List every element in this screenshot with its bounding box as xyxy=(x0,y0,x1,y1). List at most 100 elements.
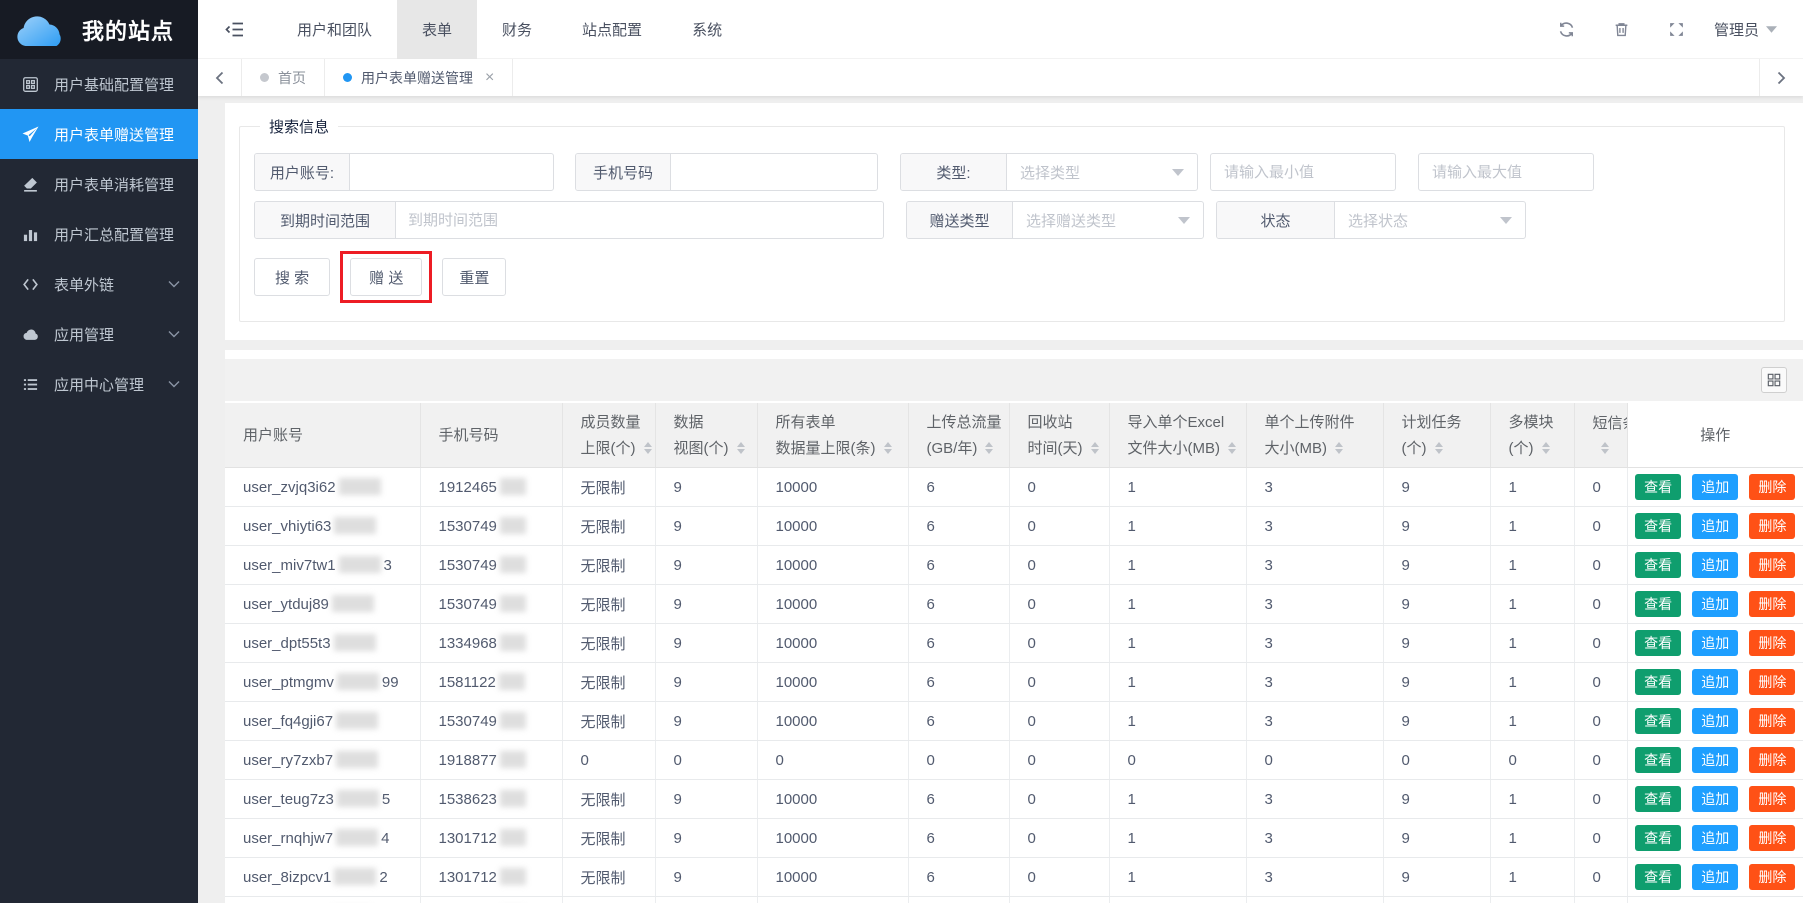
view-button[interactable]: 查看 xyxy=(1635,786,1681,812)
delete-button[interactable]: 删除 xyxy=(1749,669,1795,695)
append-button[interactable]: 追加 xyxy=(1692,786,1738,812)
view-button[interactable]: 查看 xyxy=(1635,591,1681,617)
table-column-header[interactable]: 计划任务 (个) xyxy=(1383,403,1490,468)
sidebar-item[interactable]: 用户表单赠送管理 xyxy=(0,109,198,159)
table-column-header[interactable]: 数据 视图(个) xyxy=(655,403,757,468)
sidebar-item[interactable]: 应用管理 xyxy=(0,309,198,359)
view-button[interactable]: 查看 xyxy=(1635,513,1681,539)
topnav-item[interactable]: 财务 xyxy=(477,0,557,59)
append-button[interactable]: 追加 xyxy=(1692,669,1738,695)
delete-button[interactable]: 删除 xyxy=(1749,513,1795,539)
sidebar-item[interactable]: 用户汇总配置管理 xyxy=(0,209,198,259)
view-button[interactable]: 查看 xyxy=(1635,864,1681,890)
delete-button[interactable]: 删除 xyxy=(1749,474,1795,500)
sidebar-item-label: 用户汇总配置管理 xyxy=(54,224,174,245)
topnav-item[interactable]: 站点配置 xyxy=(557,0,667,59)
fullscreen-icon[interactable] xyxy=(1649,21,1704,38)
trash-icon[interactable] xyxy=(1594,21,1649,38)
logo[interactable]: 我的站点 xyxy=(0,0,198,59)
append-button[interactable]: 追加 xyxy=(1692,825,1738,851)
table-column-header[interactable]: 多模块 (个) xyxy=(1490,403,1574,468)
delete-button[interactable]: 删除 xyxy=(1749,591,1795,617)
table-column-header[interactable]: 短信条 xyxy=(1574,403,1627,468)
search-button[interactable]: 搜 索 xyxy=(254,258,330,296)
table-column-header[interactable]: 手机号码 xyxy=(420,403,562,468)
sort-icon[interactable] xyxy=(1601,442,1609,455)
table-column-header[interactable]: 回收站 时间(天) xyxy=(1009,403,1109,468)
view-button[interactable]: 查看 xyxy=(1635,825,1681,851)
code-link-icon xyxy=(22,276,40,293)
status-select[interactable]: 选择状态 xyxy=(1335,202,1525,238)
sidebar-item-label: 应用管理 xyxy=(54,324,114,345)
append-button[interactable]: 追加 xyxy=(1692,552,1738,578)
close-icon[interactable]: × xyxy=(485,70,494,86)
delete-button[interactable]: 删除 xyxy=(1749,708,1795,734)
sort-icon[interactable] xyxy=(1435,442,1443,455)
append-button[interactable]: 追加 xyxy=(1692,591,1738,617)
delete-button[interactable]: 删除 xyxy=(1749,552,1795,578)
sidebar-item[interactable]: 用户基础配置管理 xyxy=(0,59,198,109)
table-column-header[interactable]: 用户账号 xyxy=(225,403,420,468)
sort-icon[interactable] xyxy=(884,442,892,455)
sort-icon[interactable] xyxy=(1542,442,1550,455)
sidebar-item[interactable]: 表单外链 xyxy=(0,259,198,309)
gift-button[interactable]: 赠 送 xyxy=(350,258,422,296)
table-column-header[interactable]: 导入单个Excel 文件大小(MB) xyxy=(1109,403,1246,468)
table-column-header[interactable]: 上传总流量 (GB/年) xyxy=(908,403,1009,468)
view-button[interactable]: 查看 xyxy=(1635,474,1681,500)
table-cell: 1 xyxy=(1490,624,1574,663)
page-tab[interactable]: 首页 xyxy=(242,59,325,96)
append-button[interactable]: 追加 xyxy=(1692,513,1738,539)
sort-icon[interactable] xyxy=(644,442,652,455)
tabs-scroll-left-icon[interactable] xyxy=(198,59,242,96)
view-button[interactable]: 查看 xyxy=(1635,708,1681,734)
sidebar-item[interactable]: 应用中心管理 xyxy=(0,359,198,409)
reset-button[interactable]: 重置 xyxy=(442,258,506,296)
table-column-header[interactable]: 单个上传附件 大小(MB) xyxy=(1246,403,1383,468)
sidebar-item[interactable]: 用户表单消耗管理 xyxy=(0,159,198,209)
sort-icon[interactable] xyxy=(1091,442,1099,455)
tabs-scroll-right-icon[interactable] xyxy=(1759,59,1803,96)
append-button[interactable]: 追加 xyxy=(1692,708,1738,734)
account-input[interactable] xyxy=(350,154,553,190)
delete-button[interactable]: 删除 xyxy=(1749,747,1795,773)
sort-icon[interactable] xyxy=(737,442,745,455)
phone-input[interactable] xyxy=(671,154,877,190)
column-subtitle: 视图(个) xyxy=(674,441,729,456)
refresh-icon[interactable] xyxy=(1539,21,1594,38)
highlight-red-box: 赠 送 xyxy=(340,251,432,303)
min-value-input[interactable] xyxy=(1210,153,1396,191)
page-tab[interactable]: 用户表单赠送管理 × xyxy=(325,59,513,96)
sort-icon[interactable] xyxy=(1335,442,1343,455)
append-button[interactable]: 追加 xyxy=(1692,630,1738,656)
delete-button[interactable]: 删除 xyxy=(1749,864,1795,890)
collapse-sidebar-icon[interactable] xyxy=(224,21,244,38)
append-button[interactable]: 追加 xyxy=(1692,474,1738,500)
append-button[interactable]: 追加 xyxy=(1692,747,1738,773)
append-button[interactable]: 追加 xyxy=(1692,864,1738,890)
table-cell: 10000 xyxy=(757,819,908,858)
expire-range-input[interactable] xyxy=(396,202,883,238)
sort-icon[interactable] xyxy=(985,442,993,455)
sort-icon[interactable] xyxy=(1228,442,1236,455)
table-column-header[interactable]: 成员数量 上限(个) xyxy=(562,403,655,468)
type-select[interactable]: 选择类型 xyxy=(1007,154,1197,190)
max-value-input[interactable] xyxy=(1418,153,1594,191)
delete-button[interactable]: 删除 xyxy=(1749,825,1795,851)
view-button[interactable]: 查看 xyxy=(1635,552,1681,578)
topnav-item[interactable]: 用户和团队 xyxy=(272,0,397,59)
column-settings-icon[interactable] xyxy=(1761,367,1787,393)
topnav-item[interactable]: 系统 xyxy=(667,0,747,59)
admin-menu[interactable]: 管理员 xyxy=(1714,19,1777,40)
table-column-header[interactable]: 所有表单 数据量上限(条) xyxy=(757,403,908,468)
view-button[interactable]: 查看 xyxy=(1635,630,1681,656)
gift-type-select[interactable]: 选择赠送类型 xyxy=(1013,202,1203,238)
view-button[interactable]: 查看 xyxy=(1635,669,1681,695)
delete-button[interactable]: 删除 xyxy=(1749,786,1795,812)
delete-button[interactable]: 删除 xyxy=(1749,630,1795,656)
table-column-header[interactable]: 操作 xyxy=(1627,403,1803,468)
topnav-item[interactable]: 表单 xyxy=(397,0,477,59)
table-cell: 6 xyxy=(908,546,1009,585)
view-button[interactable]: 查看 xyxy=(1635,747,1681,773)
phone-cell: 1581122 xyxy=(420,663,562,702)
